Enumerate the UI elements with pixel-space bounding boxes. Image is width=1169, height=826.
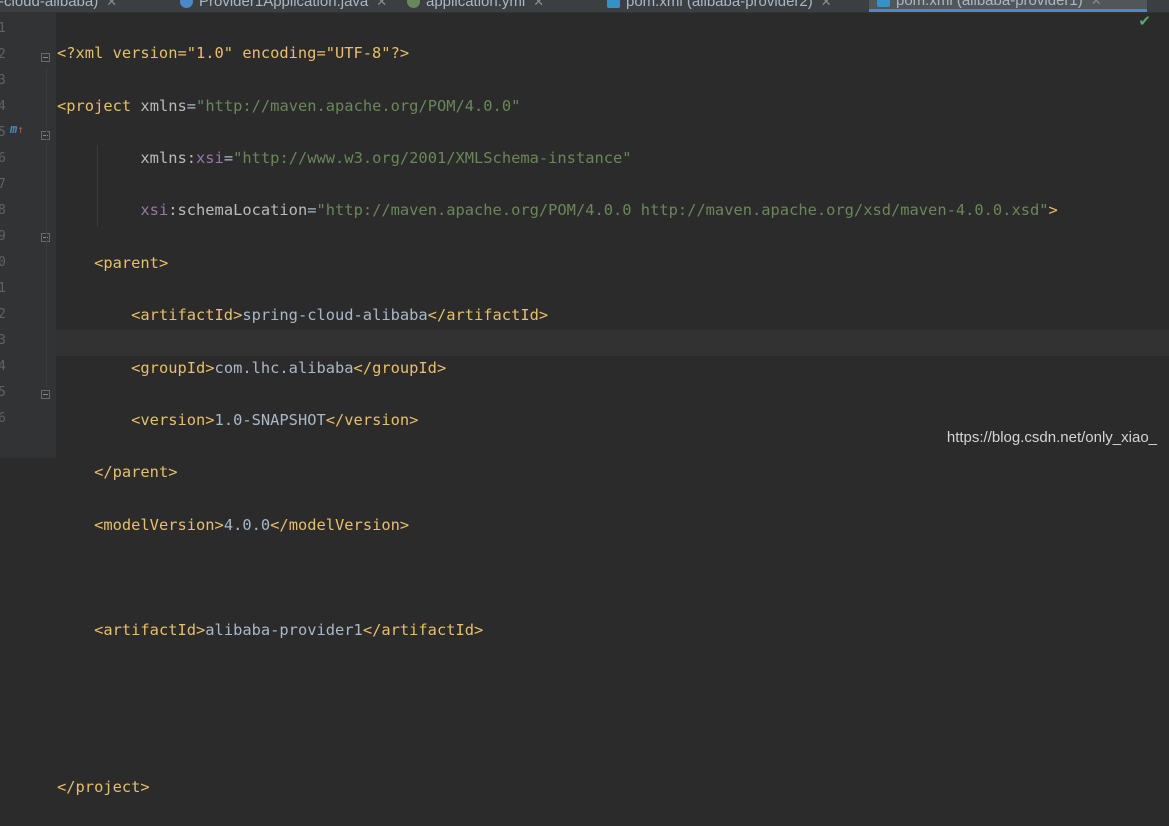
tag: </artifactId> [362,620,484,639]
line-number: 5 [0,125,6,140]
line-number: 6 [0,151,6,166]
close-icon[interactable]: ✕ [533,0,544,12]
line-number: 9 [0,229,6,244]
tag: <groupId> [131,358,215,377]
code-line-12: <artifactId>alibaba-provider1</artifactI… [57,617,1058,643]
tab-label: application.yml [426,0,526,10]
line-number: 1 [0,281,6,296]
tab-label: Provider1Application.java [199,0,369,10]
tag-text: 4.0.0 [223,515,271,534]
tab-label: pom.xml (alibaba-provider1) [896,0,1083,9]
close-icon[interactable]: ✕ [106,0,117,12]
marker-arrow: ↑ [17,123,24,136]
line-number: 2 [0,47,6,62]
line-number: 4 [0,99,6,114]
parent-open-tag: <parent> [94,253,169,272]
editor-gutter[interactable]: 1 2 3 4 5 6 7 8 9 0 1 2 3 4 5 6 [0,13,56,458]
code-line-8: <version>1.0-SNAPSHOT</version> [57,407,1058,433]
attr-value: "http://maven.apache.org/POM/4.0.0 http:… [316,201,1049,220]
line-number: 3 [0,333,6,348]
tab-pom-provider2[interactable]: pom.xml (alibaba-provider2) ✕ [607,0,832,12]
tag-text: 1.0-SNAPSHOT [214,410,326,429]
project-open-tag: <project [57,96,132,115]
attr-name: :schemaLocation [168,201,308,220]
code-line-1: <?xml version="1.0" encoding="UTF-8"?> [57,40,1058,66]
tab-pom-provider1[interactable]: pom.xml (alibaba-provider1) ✕ [869,0,1147,12]
tab-label: pom.xml (alibaba-provider2) [626,0,813,10]
maven-icon [607,0,620,8]
attr-name: xmlns [140,96,187,115]
check-icon[interactable]: ✔ [1138,12,1151,30]
tag: </version> [325,410,419,429]
override-marker-icon[interactable]: m↑ [10,122,24,136]
yaml-file-icon [407,0,420,8]
tag: <artifactId> [131,306,243,325]
tag: </artifactId> [427,306,549,325]
tab-label: ring-cloud-alibaba) [0,0,99,10]
code-line-7: <groupId>com.lhc.alibaba</groupId> [57,355,1058,381]
close-icon[interactable]: ✕ [1091,0,1102,11]
java-class-icon [180,0,193,8]
tag: </groupId> [353,358,447,377]
code-line-10: <modelVersion>4.0.0</modelVersion> [57,512,1058,538]
code-line-15: </project> [57,774,1058,800]
tab-application-yml[interactable]: application.yml ✕ [407,0,544,12]
close-icon[interactable]: ✕ [821,0,832,12]
tag-text: alibaba-provider1 [205,620,363,639]
line-number: 4 [0,359,6,374]
code-line-6: <artifactId>spring-cloud-alibaba</artifa… [57,302,1058,328]
namespace-prefix: xsi [140,201,169,220]
code-editor[interactable]: <?xml version="1.0" encoding="UTF-8"?> <… [57,14,1058,826]
line-number: 5 [0,385,6,400]
attr-name: xmlns: [140,148,197,167]
maven-icon [877,0,890,7]
line-number: 2 [0,307,6,322]
attr-value: "http://www.w3.org/2001/XMLSchema-instan… [233,148,632,167]
tag: <artifactId> [94,620,206,639]
code-line-9: </parent> [57,459,1058,485]
watermark: https://blog.csdn.net/only_xiao_ [946,429,1157,446]
attr-value: "http://maven.apache.org/POM/4.0.0" [196,96,521,115]
line-number: 1 [0,21,6,36]
code-line-5: <parent> [57,250,1058,276]
code-line-3: xmlns:xsi="http://www.w3.org/2001/XMLSch… [140,148,632,167]
namespace-prefix: xsi [196,148,224,167]
tag: <modelVersion> [94,515,224,534]
line-number: 0 [0,255,6,270]
code-line-4: xsi:schemaLocation="http://maven.apache.… [140,201,1058,220]
parent-close-tag: </parent> [94,463,178,482]
fold-icon[interactable] [41,53,50,62]
code-line-2: <project xmlns="http://maven.apache.org/… [57,96,521,115]
tag: </modelVersion> [270,515,410,534]
tag-text: com.lhc.alibaba [214,358,354,377]
editor-tab-bar: ring-cloud-alibaba) ✕ Provider1Applicatio… [0,0,1169,13]
tag-end: > [1048,201,1058,220]
tag-text: spring-cloud-alibaba [242,306,428,325]
indent-guide [46,67,47,387]
line-number: 6 [0,411,6,426]
project-close-tag: </project> [57,777,150,796]
line-number: 7 [0,177,6,192]
close-icon[interactable]: ✕ [376,0,387,12]
fold-icon[interactable] [41,390,50,399]
line-number: 3 [0,73,6,88]
tab-provider1-application[interactable]: Provider1Application.java ✕ [180,0,387,12]
tab-spring-cloud-alibaba[interactable]: ring-cloud-alibaba) ✕ [0,0,117,12]
tag: <version> [131,410,215,429]
line-number: 8 [0,203,6,218]
xml-declaration: <?xml version="1.0" encoding="UTF-8"?> [57,44,410,63]
